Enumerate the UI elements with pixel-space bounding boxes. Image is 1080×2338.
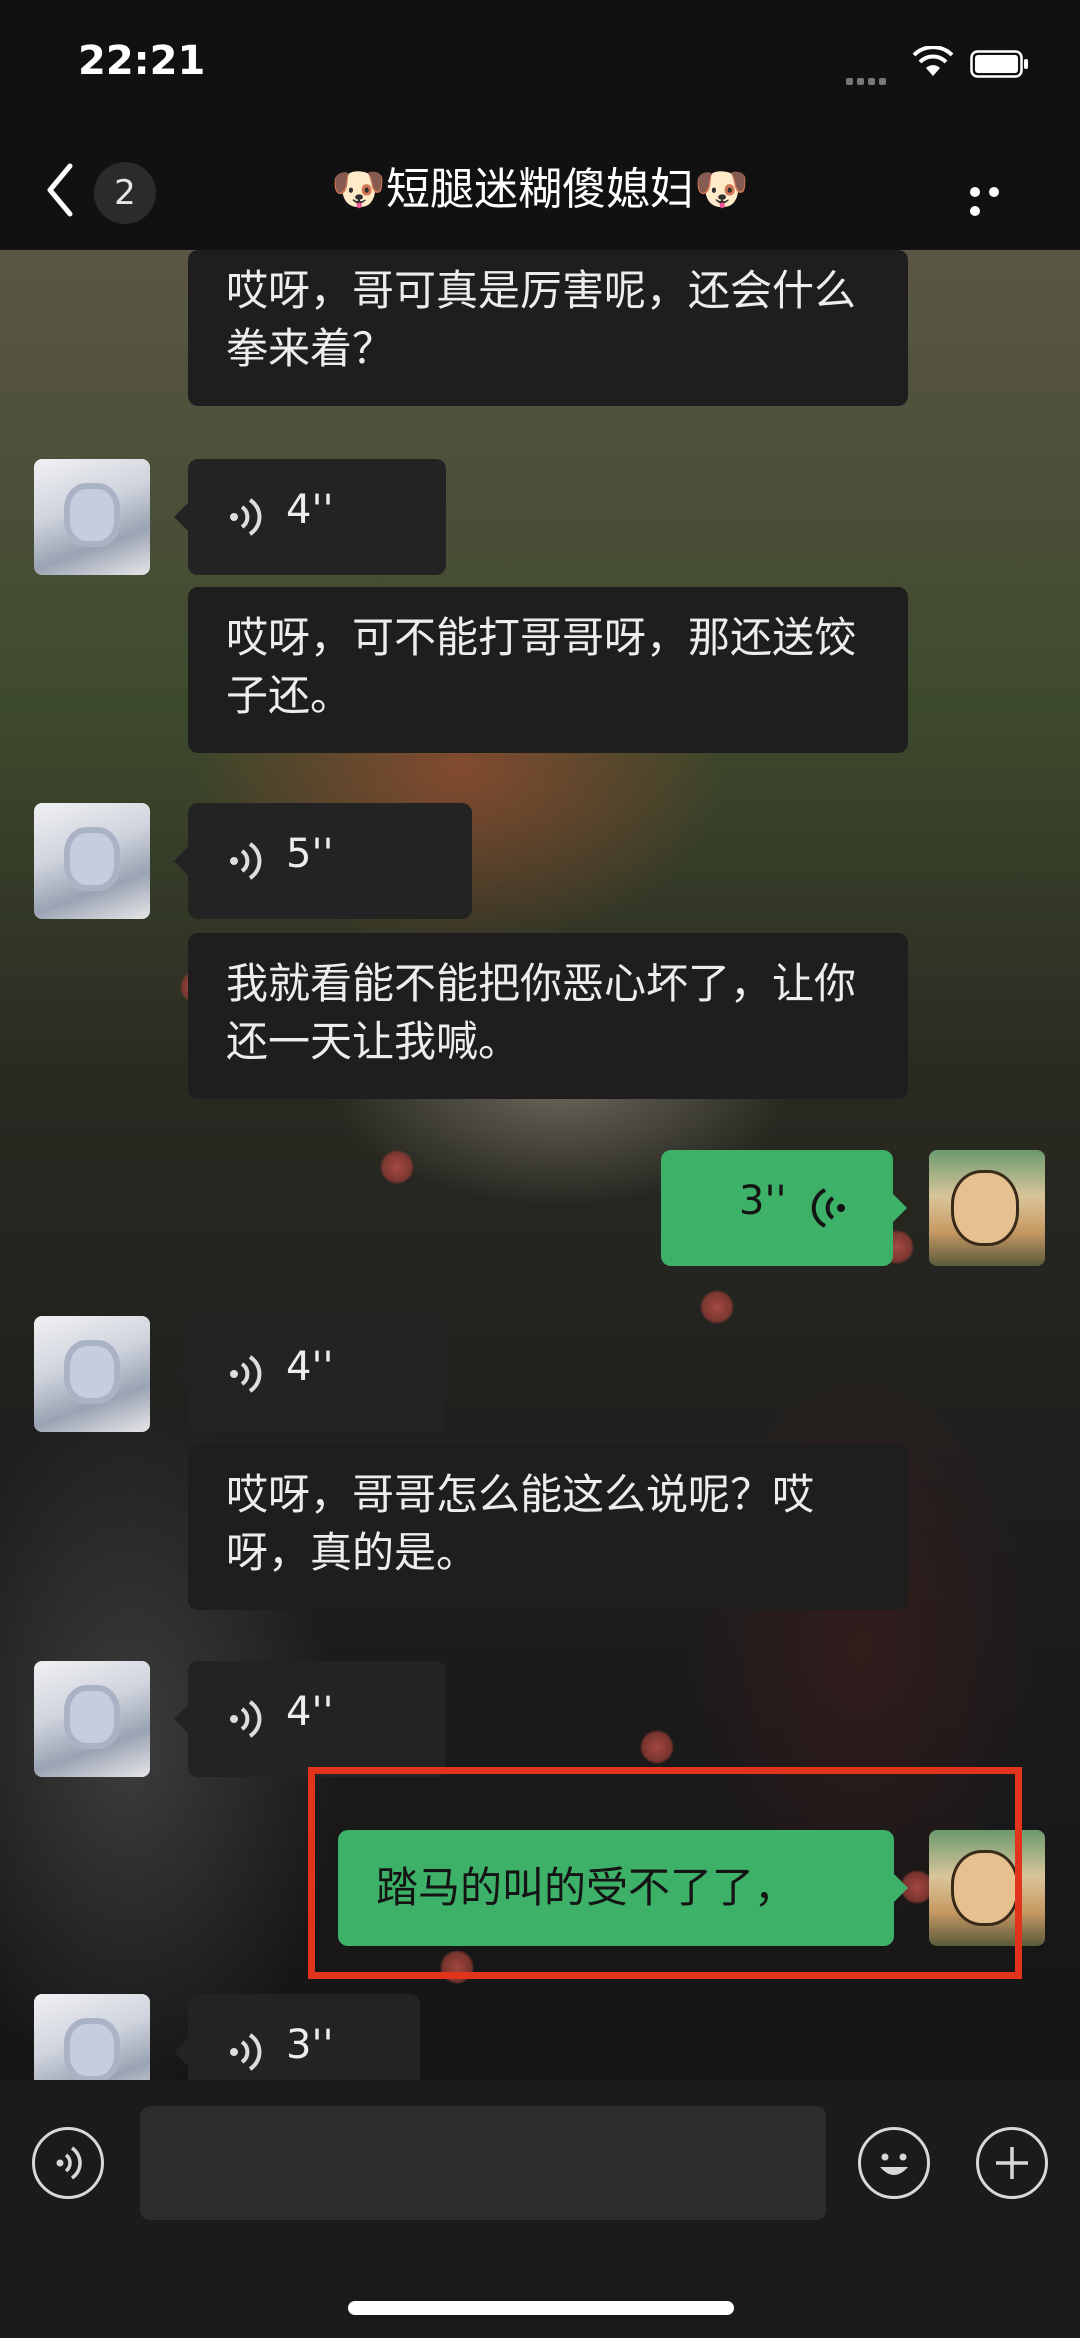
- message-text: 哎呀，哥可真是厉害呢，还会什么拳来着？: [226, 266, 857, 373]
- voice-wave-icon: [230, 1355, 262, 1393]
- unread-badge[interactable]: 2: [94, 162, 156, 224]
- voice-wave-icon: [230, 498, 262, 536]
- voice-duration: 5'': [286, 831, 334, 877]
- plus-button[interactable]: [976, 2127, 1048, 2199]
- voice-message[interactable]: 4'': [174, 1661, 446, 1777]
- plus-icon: [995, 2146, 1028, 2179]
- voice-duration: 4'': [286, 1344, 334, 1390]
- voice-message-self[interactable]: 3'': [661, 1150, 907, 1266]
- avatar[interactable]: [34, 1994, 150, 2080]
- voice-duration: 4'': [286, 1689, 334, 1735]
- message-input[interactable]: [140, 2106, 826, 2220]
- voice-duration: 3'': [739, 1178, 787, 1224]
- highlight-annotation: [308, 1767, 1022, 1979]
- voice-wave-icon: [230, 2033, 262, 2071]
- voice-message[interactable]: 3'': [174, 1994, 420, 2080]
- message-text: 哎呀，可不能打哥哥呀，那还送饺子还。: [226, 613, 857, 720]
- signal-icon: [846, 70, 894, 85]
- voice-duration: 3'': [286, 2022, 334, 2068]
- voice-wave-icon: [811, 1188, 845, 1228]
- avatar[interactable]: [34, 1661, 150, 1777]
- input-bar: [0, 2080, 1080, 2338]
- more-icon[interactable]: [970, 182, 1026, 216]
- chat-header: 2 🐶短腿迷糊傻媳妇🐶: [0, 130, 1080, 250]
- avatar[interactable]: [34, 803, 150, 919]
- voice-mode-button[interactable]: [32, 2127, 104, 2199]
- message-text: 我就看能不能把你恶心坏了，让你还一天让我喊。: [226, 959, 857, 1066]
- chat-title[interactable]: 🐶短腿迷糊傻媳妇🐶: [200, 160, 880, 220]
- message-bubble[interactable]: 我就看能不能把你恶心坏了，让你还一天让我喊。: [188, 933, 908, 1099]
- voice-message[interactable]: 4'': [174, 459, 446, 575]
- home-indicator[interactable]: [348, 2301, 734, 2315]
- voice-message[interactable]: 4'': [174, 1316, 446, 1432]
- avatar[interactable]: [34, 459, 150, 575]
- status-bar: 22:21: [0, 0, 1080, 130]
- avatar-self[interactable]: [929, 1150, 1045, 1266]
- emoji-icon: [879, 2153, 908, 2175]
- voice-duration: 4'': [286, 487, 334, 533]
- emoji-button[interactable]: [858, 2127, 930, 2199]
- message-bubble[interactable]: 哎呀，哥哥怎么能这么说呢？哎呀，真的是。: [188, 1444, 908, 1610]
- battery-icon: [970, 50, 1028, 78]
- back-icon[interactable]: [42, 160, 78, 220]
- voice-wave-icon: [230, 842, 262, 880]
- voice-mode-icon: [56, 2146, 82, 2179]
- voice-wave-icon: [230, 1700, 262, 1738]
- message-bubble[interactable]: 哎呀，哥可真是厉害呢，还会什么拳来着？: [188, 250, 908, 406]
- status-time: 22:21: [78, 38, 206, 84]
- message-bubble[interactable]: 哎呀，可不能打哥哥呀，那还送饺子还。: [188, 587, 908, 753]
- voice-message[interactable]: 5'': [174, 803, 472, 919]
- wifi-icon: [912, 46, 954, 76]
- avatar[interactable]: [34, 1316, 150, 1432]
- message-text: 哎呀，哥哥怎么能这么说呢？哎呀，真的是。: [226, 1470, 815, 1577]
